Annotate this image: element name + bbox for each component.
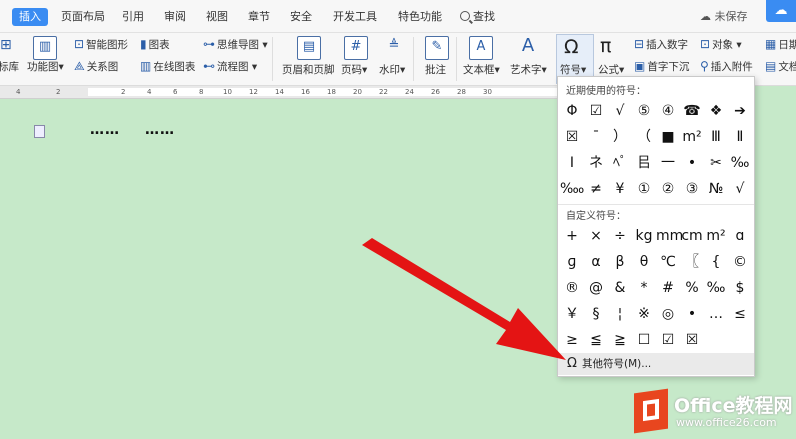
- logo-brand: Office教程网: [674, 395, 793, 417]
- red-arrow-annotation: [362, 238, 566, 360]
- office-logo-icon: [634, 388, 668, 434]
- logo-url: www.office26.com: [676, 416, 777, 429]
- office26-logo: Office教程网 www.office26.com: [634, 388, 794, 437]
